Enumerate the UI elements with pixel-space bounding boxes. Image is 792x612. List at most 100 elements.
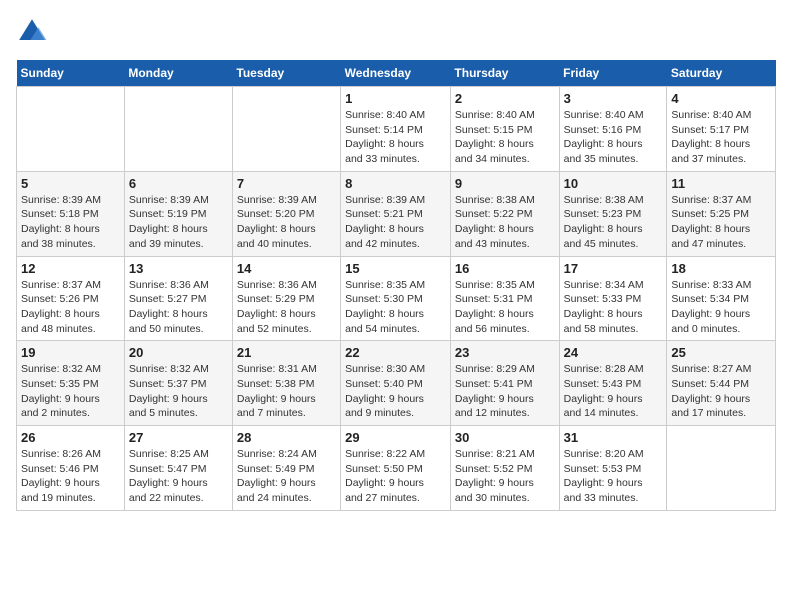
calendar-cell: 15Sunrise: 8:35 AMSunset: 5:30 PMDayligh… <box>341 256 451 341</box>
day-number: 25 <box>671 345 771 360</box>
day-number: 7 <box>237 176 336 191</box>
day-info: Sunrise: 8:27 AMSunset: 5:44 PMDaylight:… <box>671 362 771 421</box>
day-of-week-header: Sunday <box>17 60 125 87</box>
calendar-cell: 17 Sunrise: 8:34 AMSunset: 5:33 PMDayligh… <box>559 256 667 341</box>
calendar-week-row: 1 Sunrise: 8:40 AMSunset: 5:14 PMDaylight… <box>17 87 776 172</box>
calendar-cell: 25 Sunrise: 8:27 AMSunset: 5:44 PMDayligh… <box>667 341 776 426</box>
calendar-cell: 19 Sunrise: 8:32 AMSunset: 5:35 PMDayligh… <box>17 341 125 426</box>
day-info: Sunrise: 8:21 AMSunset: 5:52 PMDaylight:… <box>455 447 555 506</box>
calendar-cell: 4 Sunrise: 8:40 AMSunset: 5:17 PMDaylight… <box>667 87 776 172</box>
calendar-cell: 11 Sunrise: 8:37 AMSunset: 5:25 PMDayligh… <box>667 171 776 256</box>
day-number: 1 <box>345 91 446 106</box>
day-number: 22 <box>345 345 446 360</box>
calendar-cell: 31 Sunrise: 8:20 AMSunset: 5:53 PMDayligh… <box>559 426 667 511</box>
day-info: Sunrise: 8:25 AMSunset: 5:47 PMDaylight:… <box>129 447 228 506</box>
calendar-week-row: 26 Sunrise: 8:26 AMSunset: 5:46 PMDayligh… <box>17 426 776 511</box>
day-number: 29 <box>345 430 446 445</box>
calendar-cell: 13Sunrise: 8:36 AMSunset: 5:27 PMDayligh… <box>124 256 232 341</box>
day-number: 12 <box>21 261 120 276</box>
calendar-cell: 27Sunrise: 8:25 AMSunset: 5:47 PMDayligh… <box>124 426 232 511</box>
day-number: 18 <box>671 261 771 276</box>
calendar-week-row: 19 Sunrise: 8:32 AMSunset: 5:35 PMDayligh… <box>17 341 776 426</box>
day-number: 31 <box>564 430 663 445</box>
day-info: Sunrise: 8:33 AMSunset: 5:34 PMDaylight:… <box>671 278 771 337</box>
calendar-cell <box>667 426 776 511</box>
calendar-cell: 16 Sunrise: 8:35 AMSunset: 5:31 PMDayligh… <box>450 256 559 341</box>
day-info: Sunrise: 8:39 AMSunset: 5:20 PMDaylight:… <box>237 193 336 252</box>
logo-icon <box>16 16 48 48</box>
day-of-week-header: Wednesday <box>341 60 451 87</box>
day-info: Sunrise: 8:40 AMSunset: 5:14 PMDaylight:… <box>345 108 446 167</box>
day-info: Sunrise: 8:34 AMSunset: 5:33 PMDaylight:… <box>564 278 663 337</box>
day-info: Sunrise: 8:32 AMSunset: 5:35 PMDaylight:… <box>21 362 120 421</box>
day-info: Sunrise: 8:37 AMSunset: 5:25 PMDaylight:… <box>671 193 771 252</box>
day-number: 16 <box>455 261 555 276</box>
calendar-cell: 29Sunrise: 8:22 AMSunset: 5:50 PMDayligh… <box>341 426 451 511</box>
day-info: Sunrise: 8:38 AMSunset: 5:23 PMDaylight:… <box>564 193 663 252</box>
day-number: 15 <box>345 261 446 276</box>
day-number: 14 <box>237 261 336 276</box>
calendar-cell <box>17 87 125 172</box>
day-number: 11 <box>671 176 771 191</box>
calendar-table: SundayMondayTuesdayWednesdayThursdayFrid… <box>16 60 776 511</box>
calendar-cell: 14 Sunrise: 8:36 AMSunset: 5:29 PMDayligh… <box>232 256 340 341</box>
day-number: 30 <box>455 430 555 445</box>
day-number: 3 <box>564 91 663 106</box>
calendar-cell: 1 Sunrise: 8:40 AMSunset: 5:14 PMDaylight… <box>341 87 451 172</box>
calendar-cell <box>232 87 340 172</box>
day-number: 8 <box>345 176 446 191</box>
calendar-week-row: 5 Sunrise: 8:39 AMSunset: 5:18 PMDaylight… <box>17 171 776 256</box>
day-info: Sunrise: 8:29 AMSunset: 5:41 PMDaylight:… <box>455 362 555 421</box>
calendar-header-row: SundayMondayTuesdayWednesdayThursdayFrid… <box>17 60 776 87</box>
day-info: Sunrise: 8:36 AMSunset: 5:29 PMDaylight:… <box>237 278 336 337</box>
day-of-week-header: Monday <box>124 60 232 87</box>
calendar-cell: 10 Sunrise: 8:38 AMSunset: 5:23 PMDayligh… <box>559 171 667 256</box>
day-info: Sunrise: 8:20 AMSunset: 5:53 PMDaylight:… <box>564 447 663 506</box>
calendar-cell <box>124 87 232 172</box>
calendar-cell: 12 Sunrise: 8:37 AMSunset: 5:26 PMDayligh… <box>17 256 125 341</box>
calendar-cell: 22 Sunrise: 8:30 AMSunset: 5:40 PMDayligh… <box>341 341 451 426</box>
day-number: 2 <box>455 91 555 106</box>
day-info: Sunrise: 8:30 AMSunset: 5:40 PMDaylight:… <box>345 362 446 421</box>
day-number: 26 <box>21 430 120 445</box>
day-number: 6 <box>129 176 228 191</box>
day-info: Sunrise: 8:39 AMSunset: 5:21 PMDaylight:… <box>345 193 446 252</box>
calendar-cell: 9Sunrise: 8:38 AMSunset: 5:22 PMDaylight… <box>450 171 559 256</box>
day-info: Sunrise: 8:26 AMSunset: 5:46 PMDaylight:… <box>21 447 120 506</box>
day-info: Sunrise: 8:32 AMSunset: 5:37 PMDaylight:… <box>129 362 228 421</box>
day-info: Sunrise: 8:35 AMSunset: 5:31 PMDaylight:… <box>455 278 555 337</box>
day-number: 20 <box>129 345 228 360</box>
day-number: 24 <box>564 345 663 360</box>
logo <box>16 16 52 48</box>
calendar-cell: 18 Sunrise: 8:33 AMSunset: 5:34 PMDayligh… <box>667 256 776 341</box>
day-number: 28 <box>237 430 336 445</box>
day-number: 17 <box>564 261 663 276</box>
page-header <box>16 16 776 48</box>
day-number: 21 <box>237 345 336 360</box>
day-number: 10 <box>564 176 663 191</box>
calendar-cell: 28 Sunrise: 8:24 AMSunset: 5:49 PMDayligh… <box>232 426 340 511</box>
day-info: Sunrise: 8:39 AMSunset: 5:19 PMDaylight:… <box>129 193 228 252</box>
day-number: 4 <box>671 91 771 106</box>
day-info: Sunrise: 8:39 AMSunset: 5:18 PMDaylight:… <box>21 193 120 252</box>
day-number: 19 <box>21 345 120 360</box>
day-number: 9 <box>455 176 555 191</box>
calendar-cell: 24 Sunrise: 8:28 AMSunset: 5:43 PMDayligh… <box>559 341 667 426</box>
day-number: 13 <box>129 261 228 276</box>
calendar-cell: 5 Sunrise: 8:39 AMSunset: 5:18 PMDaylight… <box>17 171 125 256</box>
calendar-cell: 21 Sunrise: 8:31 AMSunset: 5:38 PMDayligh… <box>232 341 340 426</box>
day-of-week-header: Tuesday <box>232 60 340 87</box>
day-info: Sunrise: 8:40 AMSunset: 5:15 PMDaylight:… <box>455 108 555 167</box>
day-number: 5 <box>21 176 120 191</box>
calendar-cell: 20 Sunrise: 8:32 AMSunset: 5:37 PMDayligh… <box>124 341 232 426</box>
day-info: Sunrise: 8:24 AMSunset: 5:49 PMDaylight:… <box>237 447 336 506</box>
day-info: Sunrise: 8:28 AMSunset: 5:43 PMDaylight:… <box>564 362 663 421</box>
calendar-cell: 8 Sunrise: 8:39 AMSunset: 5:21 PMDaylight… <box>341 171 451 256</box>
calendar-cell: 30 Sunrise: 8:21 AMSunset: 5:52 PMDayligh… <box>450 426 559 511</box>
day-info: Sunrise: 8:37 AMSunset: 5:26 PMDaylight:… <box>21 278 120 337</box>
calendar-cell: 2 Sunrise: 8:40 AMSunset: 5:15 PMDaylight… <box>450 87 559 172</box>
day-info: Sunrise: 8:31 AMSunset: 5:38 PMDaylight:… <box>237 362 336 421</box>
calendar-cell: 3Sunrise: 8:40 AMSunset: 5:16 PMDaylight… <box>559 87 667 172</box>
day-info: Sunrise: 8:40 AMSunset: 5:17 PMDaylight:… <box>671 108 771 167</box>
day-of-week-header: Friday <box>559 60 667 87</box>
